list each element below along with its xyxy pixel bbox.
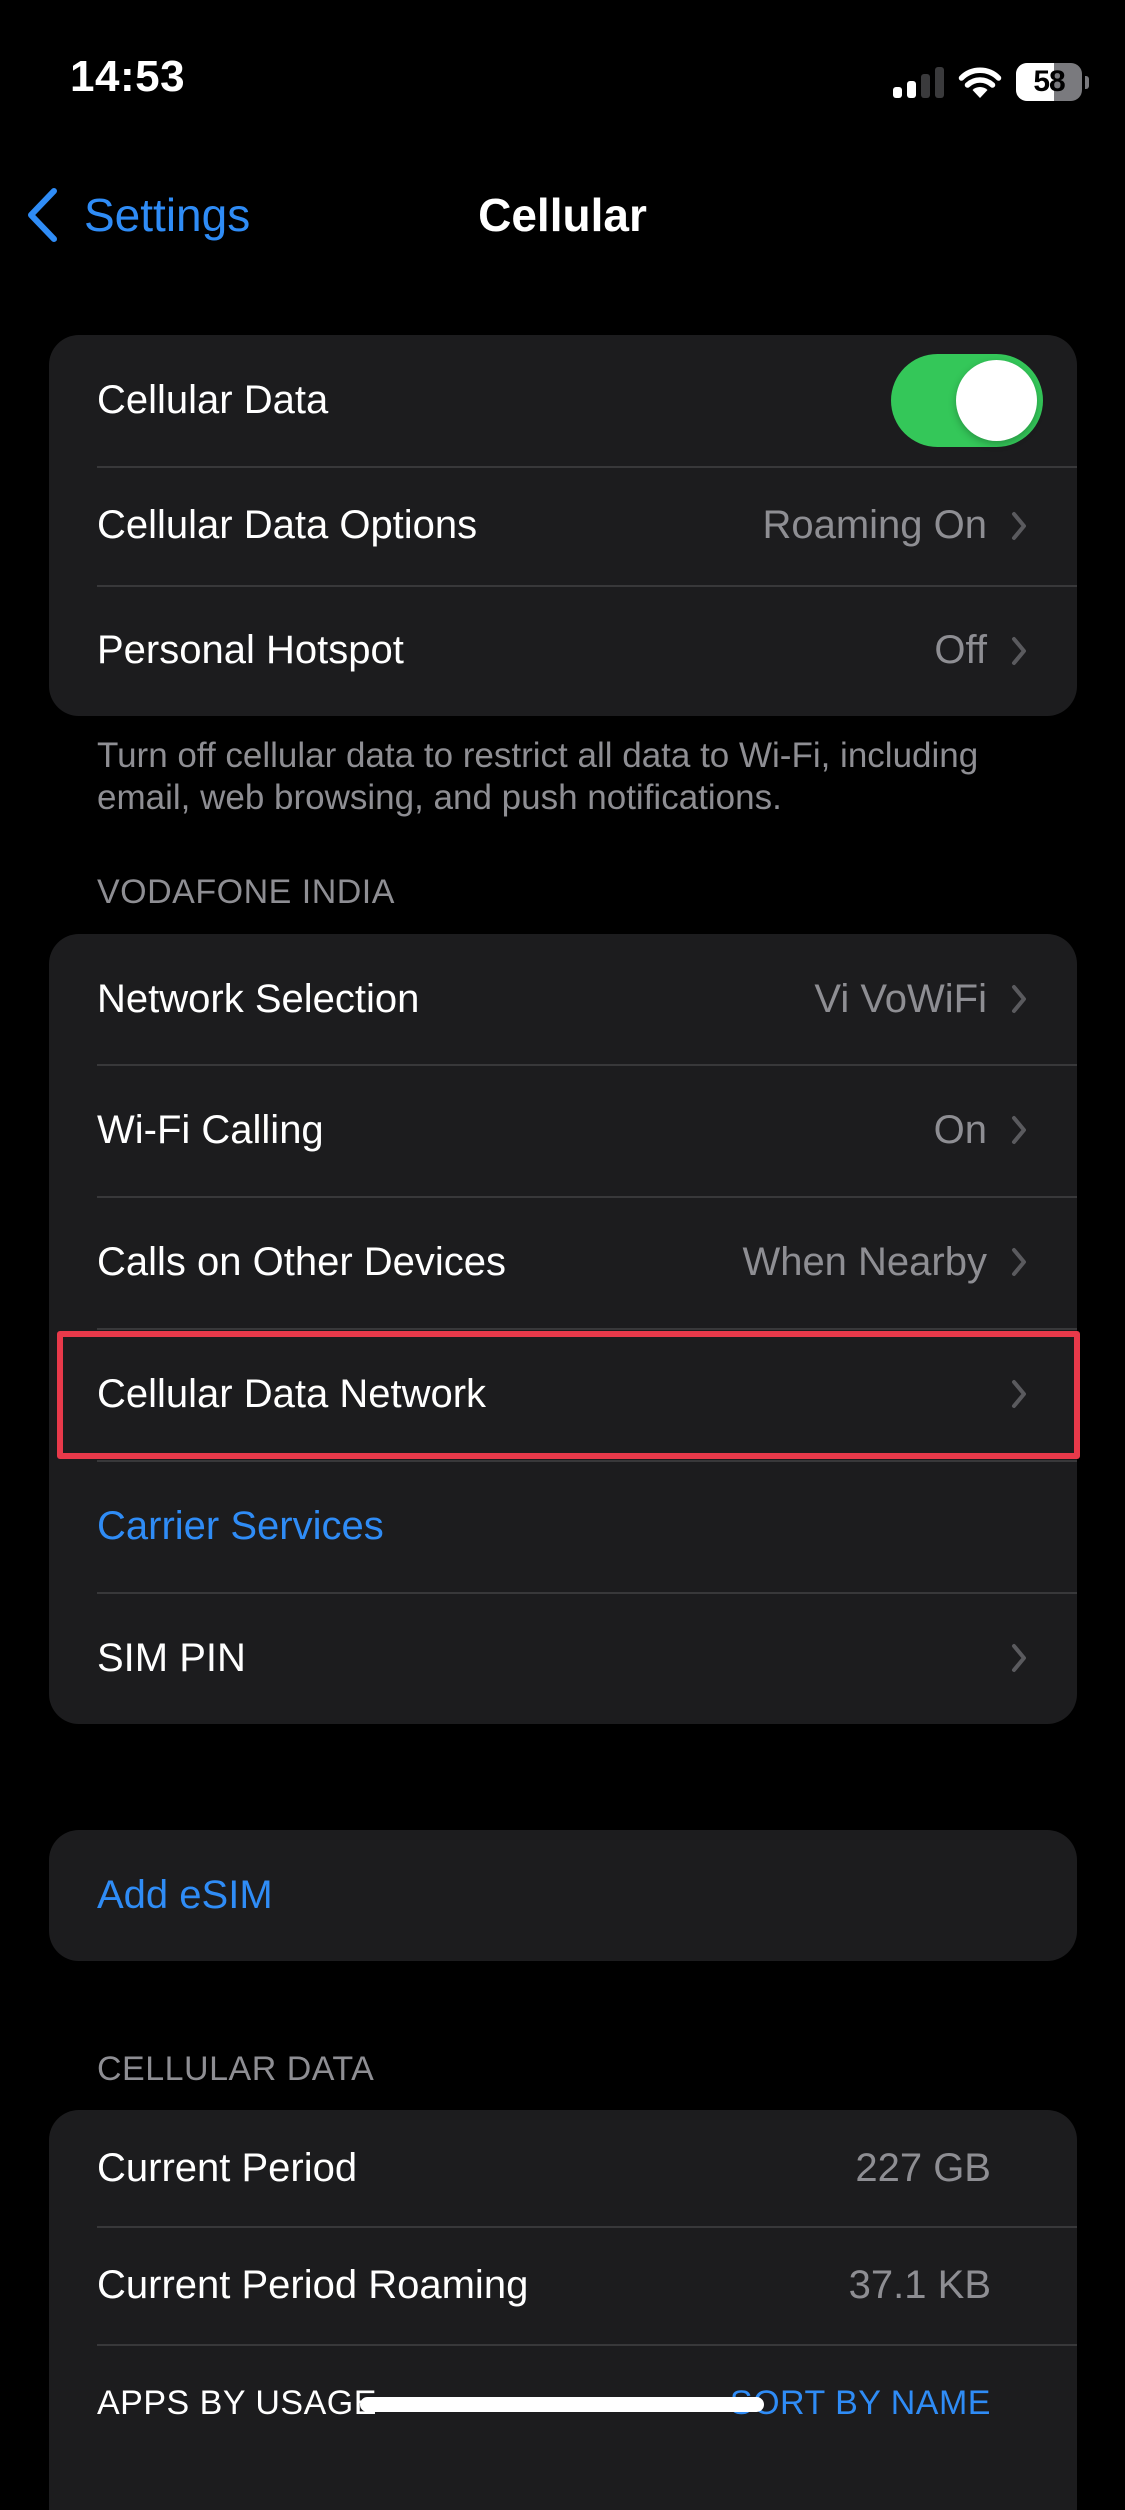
cellular-data-section-header: CELLULAR DATA (97, 2050, 375, 2088)
battery-percent: 58 (1033, 65, 1065, 98)
cellular-data-usage-group: Current Period 227 GB Current Period Roa… (49, 2110, 1077, 2510)
current-period-roaming-value: 37.1 KB (848, 2262, 991, 2307)
cellular-data-row: Cellular Data (49, 335, 1077, 466)
sim-pin-row[interactable]: SIM PIN (49, 1592, 1077, 1724)
cellular-data-toggle[interactable] (891, 354, 1043, 447)
personal-hotspot-value: Off (934, 628, 987, 672)
battery-body: 58 (1016, 63, 1082, 101)
personal-hotspot-label: Personal Hotspot (97, 628, 404, 672)
chevron-right-icon (1009, 984, 1029, 1014)
carrier-section-header: VODAFONE INDIA (97, 873, 395, 911)
wifi-calling-row[interactable]: Wi-Fi Calling On (49, 1064, 1077, 1196)
signal-bar (935, 67, 944, 98)
page-title: Cellular (478, 189, 647, 241)
current-period-label: Current Period (97, 2145, 358, 2190)
signal-bar (893, 87, 902, 98)
cellular-signal-icon (893, 66, 944, 98)
carrier-group: Network Selection Vi VoWiFi Wi-Fi Callin… (49, 934, 1077, 1724)
toggle-knob (956, 360, 1037, 441)
signal-bar (907, 81, 916, 98)
network-selection-label: Network Selection (97, 976, 420, 1021)
wifi-calling-value: On (933, 1107, 987, 1152)
cellular-data-group: Cellular Data Cellular Data Options Roam… (49, 335, 1077, 716)
sort-by-name-button[interactable]: SORT BY NAME (730, 2384, 991, 2423)
personal-hotspot-row[interactable]: Personal Hotspot Off (49, 585, 1077, 716)
cellular-data-network-row[interactable]: Cellular Data Network (49, 1328, 1077, 1460)
battery-icon: 58 (1016, 63, 1089, 101)
status-icons: 58 (893, 62, 1089, 102)
calls-on-other-devices-label: Calls on Other Devices (97, 1239, 507, 1284)
wifi-calling-label: Wi-Fi Calling (97, 1107, 324, 1152)
add-esim-group: Add eSIM (49, 1830, 1077, 1961)
carrier-services-row[interactable]: Carrier Services (49, 1460, 1077, 1592)
home-indicator[interactable] (360, 2397, 764, 2412)
cellular-data-network-label: Cellular Data Network (97, 1371, 487, 1416)
sim-pin-label: SIM PIN (97, 1635, 246, 1680)
current-period-roaming-row: Current Period Roaming 37.1 KB (49, 2226, 1077, 2344)
wifi-icon (958, 65, 1002, 99)
chevron-right-icon (1009, 636, 1029, 666)
add-esim-row[interactable]: Add eSIM (49, 1830, 1077, 1961)
cellular-data-footer-note: Turn off cellular data to restrict all d… (97, 736, 979, 817)
cellular-data-options-value: Roaming On (762, 503, 987, 547)
current-period-value: 227 GB (855, 2145, 991, 2190)
current-period-roaming-label: Current Period Roaming (97, 2262, 529, 2307)
status-time: 14:53 (70, 52, 186, 101)
chevron-right-icon (1009, 511, 1029, 541)
add-esim-link[interactable]: Add eSIM (97, 1873, 1029, 1918)
chevron-right-icon (1009, 1643, 1029, 1673)
signal-bar (921, 74, 930, 98)
carrier-services-link[interactable]: Carrier Services (97, 1504, 1029, 1549)
calls-on-other-devices-row[interactable]: Calls on Other Devices When Nearby (49, 1196, 1077, 1328)
battery-cap (1085, 75, 1089, 89)
chevron-right-icon (1009, 1379, 1029, 1409)
current-period-row: Current Period 227 GB (49, 2110, 1077, 2226)
chevron-right-icon (1009, 1247, 1029, 1277)
calls-on-other-devices-value: When Nearby (742, 1239, 987, 1284)
chevron-right-icon (1009, 1115, 1029, 1145)
network-selection-value: Vi VoWiFi (814, 976, 987, 1021)
cellular-data-options-row[interactable]: Cellular Data Options Roaming On (49, 466, 1077, 585)
cellular-data-label: Cellular Data (97, 378, 329, 422)
cellular-data-options-label: Cellular Data Options (97, 503, 478, 547)
network-selection-row[interactable]: Network Selection Vi VoWiFi (49, 934, 1077, 1064)
